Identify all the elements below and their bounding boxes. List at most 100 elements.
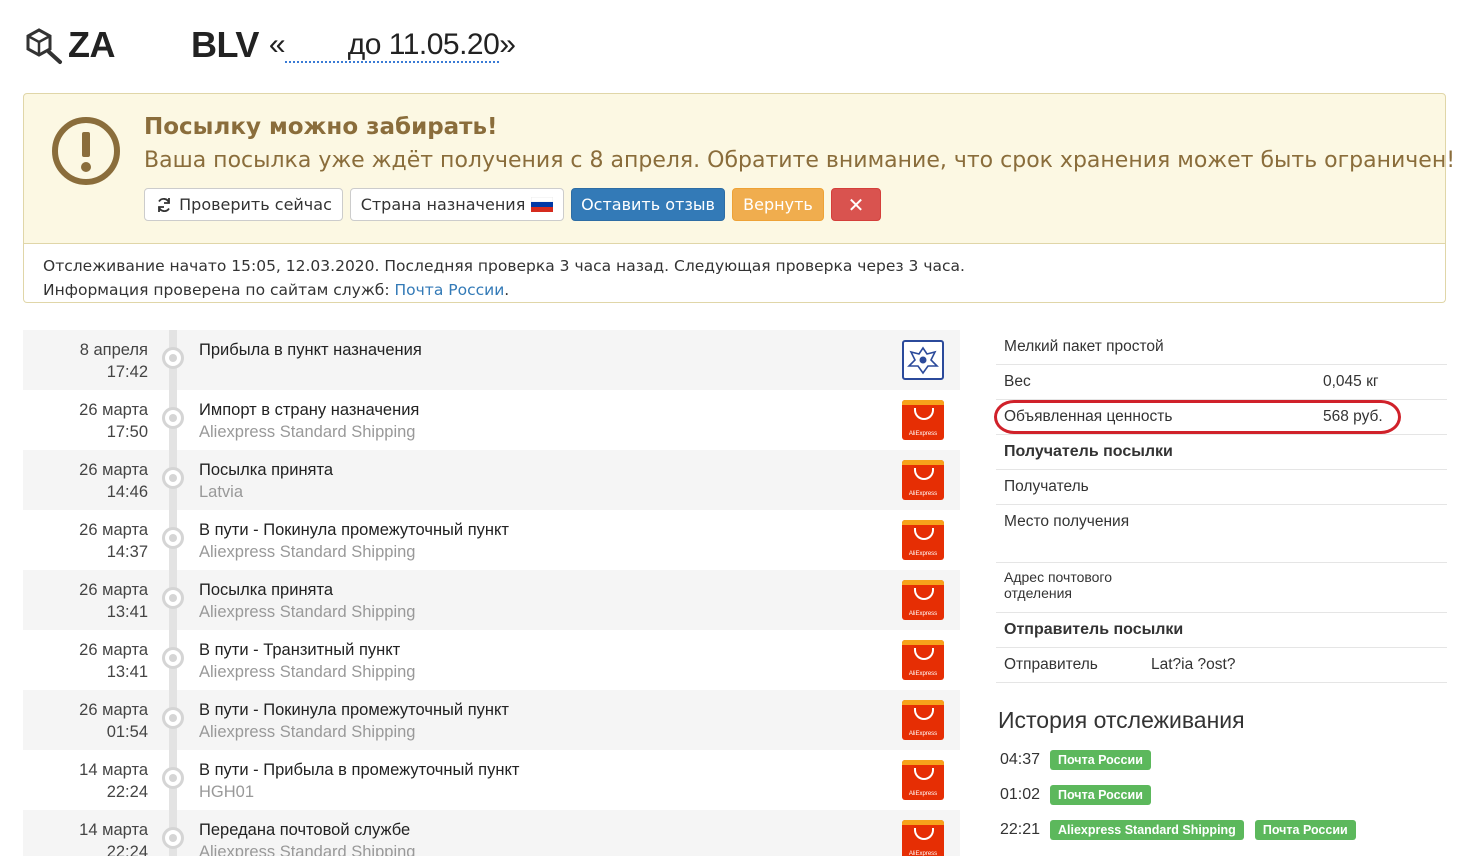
pickup-place-value (1151, 513, 1158, 531)
history-row: 22:21 Aliexpress Standard Shipping Почта Р… (1000, 819, 1367, 841)
history-time: 04:37 (1000, 751, 1041, 768)
aliexpress-logo-icon: AliExpress (902, 400, 944, 440)
declared-value-highlight (994, 400, 1401, 434)
tracking-number: ZA BLV (68, 24, 259, 65)
aliexpress-logo-icon: AliExpress (902, 640, 944, 680)
event-info: В пути - Покинула промежуточный пункт Ali… (199, 519, 509, 563)
timeline-row: 26 марта 13:41 Посылка принята Aliexpress S… (23, 570, 960, 630)
event-title: Посылка принята (199, 461, 334, 479)
weight-value: 0,045 кг (1323, 373, 1379, 390)
recipient-row: Получатель (996, 470, 1447, 505)
event-info: Посылка принята Aliexpress Standard Shipp… (199, 579, 415, 623)
tracking-info: Отслеживание начато 15:05, 12.03.2020. П… (23, 244, 1446, 303)
carrier-badge[interactable]: Aliexpress Standard Shipping (1050, 820, 1244, 840)
event-date: 8 апреля (79, 341, 148, 359)
alert-message: Ваша посылка уже ждёт получения с 8 апре… (144, 148, 1456, 173)
event-date: 26 марта (79, 521, 148, 539)
tracking-search-icon (26, 28, 62, 64)
event-time: 17:42 (106, 363, 148, 381)
russia-flag-icon (531, 197, 554, 212)
aliexpress-logo-icon: AliExpress (902, 460, 944, 500)
exclamation-circle-icon (52, 117, 120, 185)
event-date: 14 марта (79, 761, 148, 779)
close-icon[interactable]: ✕ (831, 188, 881, 221)
event-date: 26 марта (79, 461, 148, 479)
destination-country-button[interactable]: Страна назначения (350, 188, 564, 221)
timeline-row: 26 марта 17:50 Импорт в страну назначения A… (23, 390, 960, 450)
event-time: 14:37 (106, 543, 148, 561)
event-time: 01:54 (106, 723, 148, 741)
aliexpress-logo-icon: AliExpress (902, 520, 944, 560)
package-type-row: Мелкий пакет простой (996, 330, 1447, 365)
timeline-dot-icon (162, 467, 184, 489)
event-info: Прибыла в пункт назначения (199, 339, 422, 361)
return-button[interactable]: Вернуть (732, 188, 824, 221)
event-source: HGH01 (199, 783, 255, 801)
event-info: В пути - Транзитный пункт Aliexpress Stan… (199, 639, 415, 683)
sender-value: Lat?ia ?ost? (1151, 656, 1236, 673)
recipient-label: Получатель (1004, 478, 1089, 495)
carrier-badge[interactable]: Почта России (1050, 785, 1151, 805)
package-type: Мелкий пакет простой (1004, 338, 1164, 355)
event-date: 26 марта (79, 641, 148, 659)
timeline-row: 26 марта 01:54 В пути - Покинула промежуто… (23, 690, 960, 750)
event-info: Импорт в страну назначения Aliexpress Sta… (199, 399, 419, 443)
recipient-header-row: Получатель посылки (996, 435, 1447, 470)
sender-row: Отправитель Lat?ia ?ost? (996, 648, 1447, 683)
post-office-value[interactable] (1151, 569, 1158, 585)
event-datetime: 14 марта 22:24 (23, 759, 148, 803)
history-title: История отслеживания (998, 707, 1245, 733)
event-title: Прибыла в пункт назначения (199, 341, 422, 359)
page-title: ZA BLV « до 11.05.20» (22, 24, 516, 66)
sender-header: Отправитель посылки (1004, 621, 1184, 638)
check-now-button[interactable]: Проверить сейчас (144, 188, 343, 221)
package-details: Мелкий пакет простой Вес 0,045 кг Объявл… (996, 330, 1447, 690)
timeline-row: 26 марта 14:46 Посылка принята Latvia AliExp… (23, 450, 960, 510)
pickup-place-label: Место получения (1004, 513, 1130, 530)
event-title: В пути - Прибыла в промежуточный пункт (199, 761, 520, 779)
event-datetime: 26 марта 13:41 (23, 579, 148, 623)
history-row: 04:37 Почта России (1000, 749, 1162, 771)
history-time: 22:21 (1000, 821, 1041, 838)
event-source: Aliexpress Standard Shipping (199, 843, 416, 856)
pickup-place-row: Место получения (996, 505, 1447, 563)
timeline-row: 14 марта 22:24 В пути - Прибыла в промежут… (23, 750, 960, 810)
event-time: 22:24 (106, 783, 148, 801)
event-title: В пути - Покинула промежуточный пункт (199, 701, 509, 719)
timeline-row: 26 марта 14:37 В пути - Покинула промежуто… (23, 510, 960, 570)
carrier-badge[interactable]: Почта России (1050, 750, 1151, 770)
event-source: Latvia (199, 483, 244, 501)
weight-row: Вес 0,045 кг (996, 365, 1447, 400)
russian-post-link[interactable]: Почта России (395, 281, 505, 299)
post-office-label: Адрес почтового отделения (1004, 569, 1113, 601)
carrier-badge[interactable]: Почта России (1254, 820, 1356, 840)
event-datetime: 14 марта 22:24 (23, 819, 148, 856)
aliexpress-logo-icon: AliExpress (902, 700, 944, 740)
event-title: Импорт в страну назначения (199, 401, 420, 419)
event-source: Aliexpress Standard Shipping (199, 663, 416, 681)
event-time: 13:41 (106, 663, 148, 681)
event-info: Посылка принята Latvia (199, 459, 333, 503)
package-name-link[interactable]: до 11.05.20 (285, 28, 500, 63)
timeline-dot-icon (162, 827, 184, 849)
history-time: 01:02 (1000, 786, 1041, 803)
aliexpress-logo-icon: AliExpress (902, 760, 944, 800)
event-date: 26 марта (79, 581, 148, 599)
weight-label: Вес (1004, 373, 1031, 390)
event-time: 22:24 (106, 843, 148, 856)
event-title: В пути - Покинула промежуточный пункт (199, 521, 509, 539)
timeline-dot-icon (162, 647, 184, 669)
alert-heading: Посылку можно забирать! (144, 114, 498, 140)
event-title: Посылка принята (199, 581, 334, 599)
timeline-row: 26 марта 13:41 В пути - Транзитный пункт Al… (23, 630, 960, 690)
status-alert: Посылку можно забирать! Ваша посылка уже… (23, 93, 1455, 244)
leave-review-button[interactable]: Оставить отзыв (571, 188, 725, 221)
refresh-icon (158, 197, 171, 212)
event-date: 26 марта (79, 401, 148, 419)
event-datetime: 26 марта 17:50 (23, 399, 148, 443)
event-datetime: 26 марта 01:54 (23, 699, 148, 743)
event-info: Передана почтовой службе Aliexpress Stand… (199, 819, 415, 856)
event-datetime: 26 марта 14:46 (23, 459, 148, 503)
aliexpress-logo-icon: AliExpress (902, 820, 944, 856)
timeline-dot-icon (162, 767, 184, 789)
